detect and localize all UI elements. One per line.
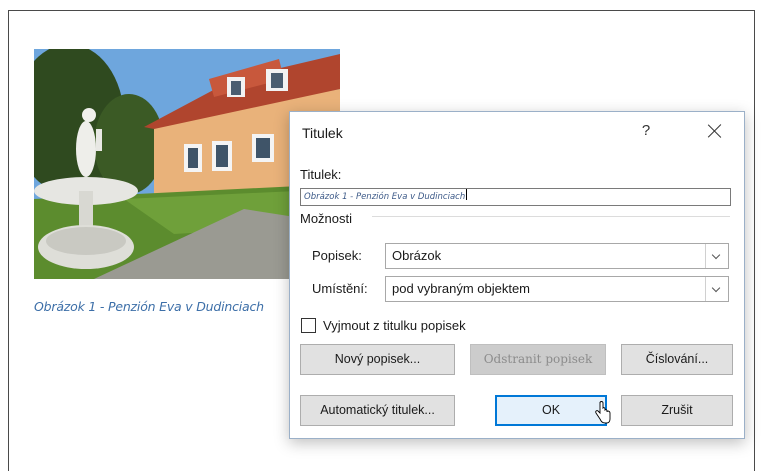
delete-label-button[interactable]: Odstranit popisek [470,344,606,375]
label-select-value: Obrázok [392,248,442,263]
ok-button[interactable]: OK [495,395,607,426]
exclude-label-checkbox[interactable] [301,318,316,333]
new-label-button[interactable]: Nový popisek... [300,344,455,375]
numbering-button[interactable]: Číslování... [621,344,733,375]
caption-input-value: Obrázok 1 - Penzión Eva v Dudinciach [304,192,466,202]
cancel-button[interactable]: Zrušit [621,395,733,426]
options-divider [372,216,730,217]
help-button[interactable]: ? [636,122,656,139]
close-icon[interactable] [704,120,726,142]
exclude-label-text[interactable]: Vyjmout z titulku popisek [323,318,466,333]
position-select[interactable]: pod vybraným objektem [385,276,729,302]
caption-label: Titulek: [300,167,342,182]
figure-caption: Obrázok 1 - Penzión Eva v Dudinciach [34,299,264,314]
chevron-down-icon[interactable] [705,244,728,268]
position-field-label: Umístění: [312,281,368,296]
options-heading: Možnosti [300,211,353,226]
caption-dialog: Titulek ? Titulek: Obrázok 1 - Penzión E… [289,111,745,439]
label-field-label: Popisek: [312,248,362,263]
chevron-down-icon[interactable] [705,277,728,301]
text-caret [466,189,468,200]
dialog-title: Titulek [302,125,343,141]
autocaption-button[interactable]: Automatický titulek... [300,395,455,426]
caption-input[interactable]: Obrázok 1 - Penzión Eva v Dudinciach [300,188,731,206]
label-select[interactable]: Obrázok [385,243,729,269]
hand-cursor-icon [595,401,611,424]
position-select-value: pod vybraným objektem [392,281,531,296]
